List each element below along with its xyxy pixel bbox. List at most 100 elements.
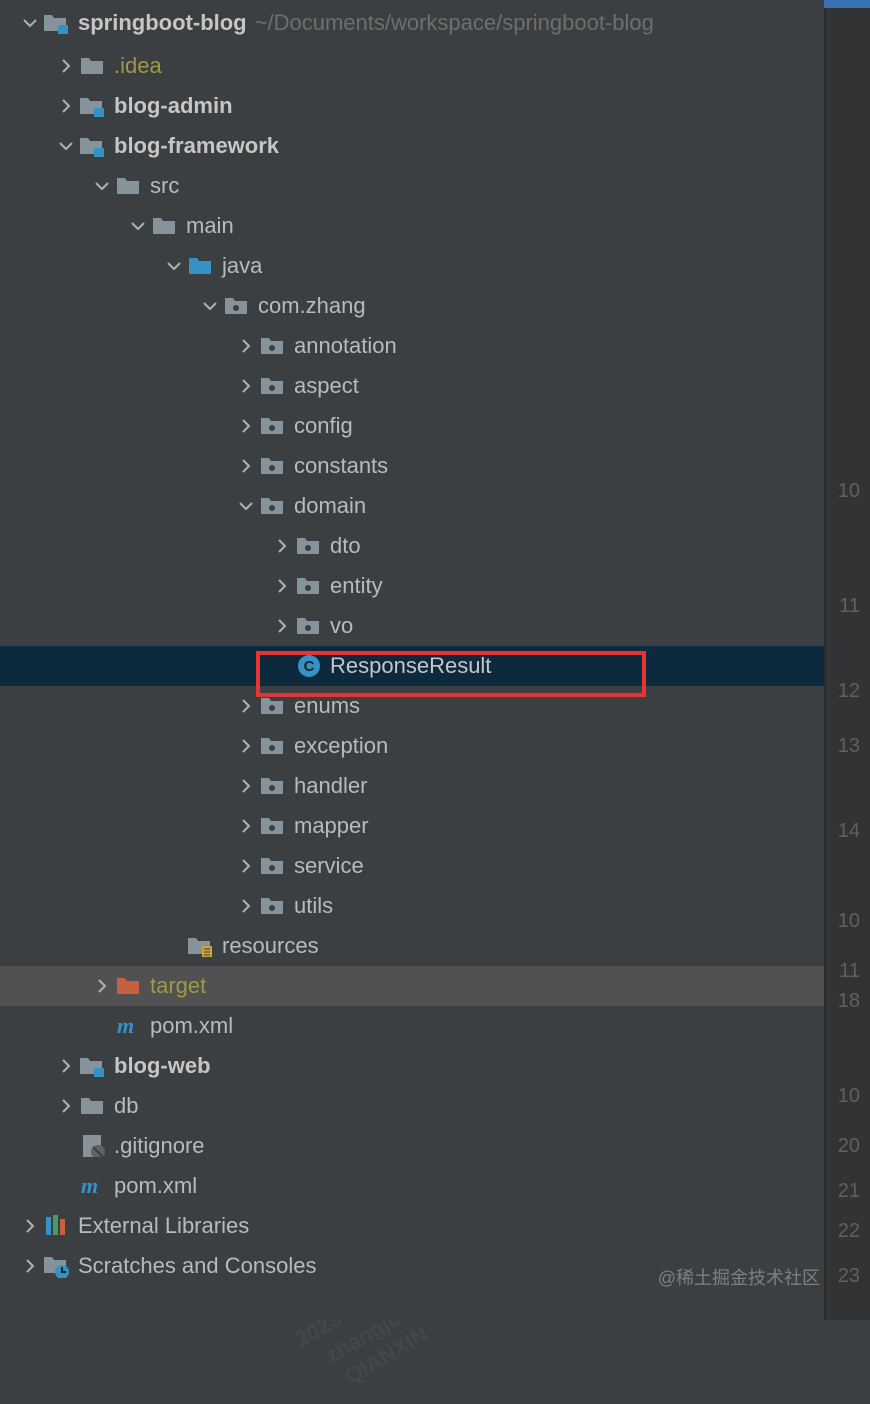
tree-item-idea[interactable]: .idea	[0, 46, 824, 86]
tree-item-dto[interactable]: dto	[0, 526, 824, 566]
tree-label: dto	[330, 533, 361, 559]
chevron-right-icon[interactable]	[18, 1254, 42, 1278]
tree-item-config[interactable]: config	[0, 406, 824, 446]
chevron-right-icon[interactable]	[18, 1214, 42, 1238]
tree-item-blog-admin[interactable]: blog-admin	[0, 86, 824, 126]
line-number: 11	[839, 595, 860, 618]
tree-label: ResponseResult	[330, 653, 491, 679]
tree-label: External Libraries	[78, 1213, 249, 1239]
chevron-down-icon[interactable]	[198, 294, 222, 318]
line-number: 10	[838, 910, 860, 933]
chevron-right-icon[interactable]	[54, 94, 78, 118]
tree-label: main	[186, 213, 234, 239]
tree-item-project-root[interactable]: springboot-blog ~/Documents/workspace/sp…	[0, 0, 824, 46]
watermark-credit: @稀土掘金技术社区	[658, 1264, 820, 1290]
chevron-right-icon[interactable]	[270, 534, 294, 558]
chevron-down-icon[interactable]	[18, 11, 42, 35]
package-icon	[296, 575, 322, 597]
active-tab-indicator	[824, 0, 870, 8]
project-path: ~/Documents/workspace/springboot-blog	[255, 10, 654, 36]
chevron-right-icon[interactable]	[270, 574, 294, 598]
chevron-down-icon[interactable]	[234, 494, 258, 518]
chevron-right-icon[interactable]	[54, 1094, 78, 1118]
tree-label: annotation	[294, 333, 397, 359]
chevron-right-icon[interactable]	[270, 614, 294, 638]
folder-icon	[80, 55, 106, 77]
chevron-right-icon[interactable]	[54, 1054, 78, 1078]
tree-item-db[interactable]: db	[0, 1086, 824, 1126]
tree-item-domain[interactable]: domain	[0, 486, 824, 526]
tree-item-annotation[interactable]: annotation	[0, 326, 824, 366]
tree-label: exception	[294, 733, 388, 759]
scratches-icon	[44, 1255, 70, 1277]
package-icon	[260, 455, 286, 477]
tree-item-target[interactable]: target	[0, 966, 824, 1006]
tree-item-service[interactable]: service	[0, 846, 824, 886]
line-number: 10	[838, 480, 860, 503]
tree-label: db	[114, 1093, 138, 1119]
chevron-right-icon[interactable]	[234, 734, 258, 758]
tree-item-constants[interactable]: constants	[0, 446, 824, 486]
chevron-right-icon[interactable]	[90, 974, 114, 998]
chevron-right-icon[interactable]	[234, 814, 258, 838]
tree-item-main[interactable]: main	[0, 206, 824, 246]
tree-label: java	[222, 253, 262, 279]
tree-label: constants	[294, 453, 388, 479]
package-icon	[224, 295, 250, 317]
tree-item-java[interactable]: java	[0, 246, 824, 286]
chevron-down-icon[interactable]	[54, 134, 78, 158]
tree-item-handler[interactable]: handler	[0, 766, 824, 806]
tree-item-exception[interactable]: exception	[0, 726, 824, 766]
tree-item-response-result[interactable]: ResponseResult	[0, 646, 824, 686]
tree-item-pom-root[interactable]: pom.xml	[0, 1166, 824, 1206]
line-number: 22	[838, 1220, 860, 1243]
tree-label: utils	[294, 893, 333, 919]
tree-item-src[interactable]: src	[0, 166, 824, 206]
tree-item-utils[interactable]: utils	[0, 886, 824, 926]
line-number: 13	[838, 735, 860, 758]
tree-item-blog-framework[interactable]: blog-framework	[0, 126, 824, 166]
tree-label: src	[150, 173, 179, 199]
tree-item-pom-framework[interactable]: pom.xml	[0, 1006, 824, 1046]
tree-item-package[interactable]: com.zhang	[0, 286, 824, 326]
package-icon	[260, 775, 286, 797]
tree-item-blog-web[interactable]: blog-web	[0, 1046, 824, 1086]
chevron-right-icon[interactable]	[54, 54, 78, 78]
folder-icon	[80, 1095, 106, 1117]
tree-item-external-libraries[interactable]: External Libraries	[0, 1206, 824, 1246]
tree-label: target	[150, 973, 206, 999]
tree-item-resources[interactable]: resources	[0, 926, 824, 966]
chevron-right-icon[interactable]	[234, 894, 258, 918]
chevron-right-icon[interactable]	[234, 374, 258, 398]
resources-folder-icon	[188, 935, 214, 957]
tree-label: aspect	[294, 373, 359, 399]
chevron-down-icon[interactable]	[90, 174, 114, 198]
tree-item-aspect[interactable]: aspect	[0, 366, 824, 406]
chevron-down-icon[interactable]	[162, 254, 186, 278]
tree-item-vo[interactable]: vo	[0, 606, 824, 646]
chevron-right-icon[interactable]	[234, 334, 258, 358]
tree-label: .idea	[114, 53, 162, 79]
package-icon	[296, 615, 322, 637]
package-icon	[260, 375, 286, 397]
chevron-right-icon[interactable]	[234, 454, 258, 478]
tree-item-entity[interactable]: entity	[0, 566, 824, 606]
tree-label: blog-framework	[114, 133, 279, 159]
gitignore-file-icon	[80, 1135, 106, 1157]
line-number: 21	[838, 1180, 860, 1203]
java-class-icon	[296, 655, 322, 677]
tree-item-enums[interactable]: enums	[0, 686, 824, 726]
tree-label: pom.xml	[114, 1173, 197, 1199]
chevron-right-icon[interactable]	[234, 694, 258, 718]
module-folder-icon	[80, 1055, 106, 1077]
line-number: 11	[839, 960, 860, 983]
line-number: 18	[838, 990, 860, 1013]
line-number: 23	[838, 1265, 860, 1288]
chevron-right-icon[interactable]	[234, 414, 258, 438]
tree-item-gitignore[interactable]: .gitignore	[0, 1126, 824, 1166]
tree-label: entity	[330, 573, 383, 599]
chevron-down-icon[interactable]	[126, 214, 150, 238]
chevron-right-icon[interactable]	[234, 854, 258, 878]
chevron-right-icon[interactable]	[234, 774, 258, 798]
tree-item-mapper[interactable]: mapper	[0, 806, 824, 846]
